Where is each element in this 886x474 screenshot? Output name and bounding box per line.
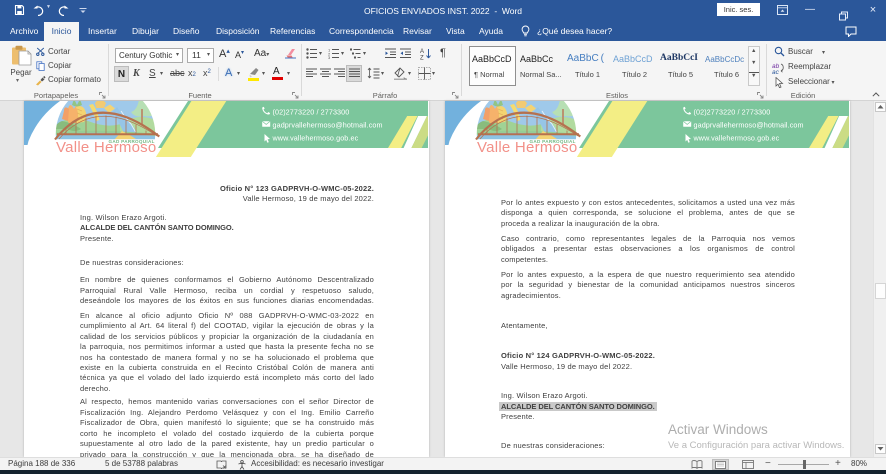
svg-text:www.vallehermoso.gob.ec: www.vallehermoso.gob.ec xyxy=(272,133,359,142)
svg-text:3: 3 xyxy=(328,55,331,59)
svg-text:Valle Hermoso: Valle Hermoso xyxy=(56,139,157,156)
svg-text:(02)2773220 / 2773300: (02)2773220 / 2773300 xyxy=(694,108,771,117)
svg-text:Valle Hermoso: Valle Hermoso xyxy=(477,139,578,156)
svg-text:Z: Z xyxy=(420,56,424,61)
svg-text:(02)2773220 / 2773300: (02)2773220 / 2773300 xyxy=(273,108,350,117)
svg-text:gadprvallehermoso@hotmail.com: gadprvallehermoso@hotmail.com xyxy=(694,121,804,130)
svg-text:ac: ac xyxy=(772,69,780,74)
svg-text:gadprvallehermoso@hotmail.com: gadprvallehermoso@hotmail.com xyxy=(273,121,383,130)
svg-text:A: A xyxy=(420,49,424,55)
svg-text:www.vallehermoso.gob.ec: www.vallehermoso.gob.ec xyxy=(693,133,780,142)
